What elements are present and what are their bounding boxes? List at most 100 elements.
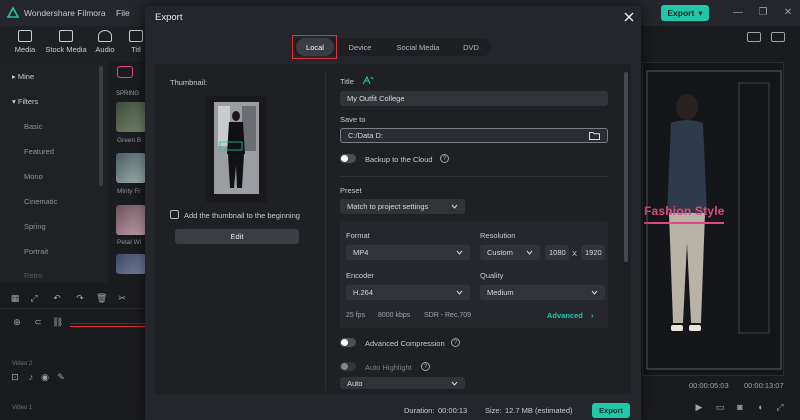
preset-select[interactable]: Match to project settings [340,199,465,214]
filters-scrollbar[interactable] [99,66,103,186]
local-tab-highlight [292,35,337,59]
add-track-icon[interactable]: ⊕ [12,317,22,327]
auto-highlight-select[interactable]: Auto [340,377,465,389]
track-visibility-icon[interactable]: ◉ [40,372,50,382]
spec-fps: 25 fps [346,312,366,319]
backup-cloud-toggle[interactable] [340,154,356,163]
export-button[interactable]: Export [592,403,630,418]
screen-icon[interactable]: ▭ [715,402,725,412]
category-spring[interactable]: Spring [24,222,46,231]
encoder-select[interactable]: H.264 [346,285,470,300]
quality-select[interactable]: Medium [480,285,605,300]
split-icon[interactable]: ✂ [117,293,127,303]
category-retro[interactable]: Retro [24,271,42,280]
add-thumbnail-checkbox[interactable] [170,210,179,219]
close-icon[interactable] [622,10,636,24]
redo-icon[interactable]: ↷ [75,293,85,303]
encoder-value: H.264 [353,288,374,297]
category-portrait[interactable]: Portrait [24,247,48,256]
toolbar-stock-media[interactable]: Stock Media [44,30,88,54]
size-value: 12.7 MB (estimated) [505,406,573,415]
preview-quality-icon[interactable] [747,32,761,42]
filter-thumb-green[interactable] [116,102,146,132]
snapshot-image-icon[interactable] [771,32,785,42]
category-filters[interactable]: ▾ Filters [12,97,38,106]
advanced-compression-toggle[interactable] [340,338,356,347]
category-cinematic[interactable]: Cinematic [24,197,57,206]
tab-social-media[interactable]: Social Media [388,38,448,56]
timeline-panel [0,285,145,420]
preview-canvas[interactable] [642,62,784,376]
layout-icon[interactable]: ▦ [10,293,20,303]
track-mute-icon[interactable]: ✎ [56,372,66,382]
app-export-button[interactable]: Export ▾ [661,5,709,21]
size-label: Size: [485,406,502,415]
chevron-down-icon [451,380,458,387]
stock-media-icon [59,30,73,42]
chevron-down-icon [591,289,598,296]
resolution-height-input[interactable]: 1920 [581,245,605,260]
track-lock-icon[interactable]: ⊡ [10,372,20,382]
filter-thumb-minty[interactable] [116,153,146,183]
link-icon[interactable]: ⛓ [52,317,63,327]
title-label: Title [340,77,354,86]
timeline-divider [0,308,145,309]
quality-label: Quality [480,271,504,280]
toolbar-titles[interactable]: Titl [126,30,146,54]
duration-value: 00:00:13 [438,406,468,415]
dialog-scrollbar[interactable] [624,72,628,262]
fullscreen-icon[interactable]: ⤢ [775,402,785,412]
category-featured[interactable]: Featured [24,147,54,156]
tab-device[interactable]: Device [338,38,382,56]
thumbnail-label: Thumbnail: [170,78,208,87]
advanced-compression-label: Advanced Compression [365,339,445,348]
auto-highlight-help-icon[interactable]: ? [421,362,430,371]
format-select[interactable]: MP4 [346,245,470,260]
toolbar-audio[interactable]: Audio [90,30,120,54]
filter-badge-icon [117,66,133,78]
delete-icon[interactable]: 🗑 [96,293,107,303]
duration-label: Duration: [404,406,435,415]
undo-icon[interactable]: ↶ [52,293,62,303]
advanced-compression-help-icon[interactable]: ? [451,338,460,347]
title-input[interactable]: My Outfit College [340,91,608,106]
camera-icon[interactable]: ◙ [735,402,745,412]
tab-dvd[interactable]: DVD [452,38,490,56]
toolbar-media[interactable]: Media [10,30,40,54]
resolution-width-input[interactable]: 1080 [545,245,569,260]
edit-thumbnail-button[interactable]: Edit [175,229,299,244]
preview-overlay-text: Fashion Style [644,204,725,218]
format-label: Format [346,231,370,240]
menu-file[interactable]: File [116,8,130,18]
export-dialog-title: Export [155,12,183,23]
audio-icon [98,30,112,42]
volume-icon[interactable]: ◖ [755,402,765,412]
minimize-icon[interactable]: — [731,6,745,20]
category-mono[interactable]: Mono [24,172,43,181]
filter-thumb-petal[interactable] [116,205,146,235]
filter-thumb-next[interactable] [116,254,146,274]
track-video-1-label: Video 1 [12,405,33,411]
save-to-input[interactable]: C:/Data D: [340,128,608,143]
filter-thumb-minty-label: Minty Fr [117,188,141,195]
resolution-select[interactable]: Custom [480,245,540,260]
category-mine[interactable]: ▸ Mine [12,72,34,81]
playback-icon[interactable]: ▶ [694,402,704,412]
snap-icon[interactable]: ⊂ [33,317,43,327]
backup-help-icon[interactable]: ? [440,154,449,163]
chevron-right-icon: › [590,311,594,320]
window-close-icon[interactable]: ✕ [781,6,795,20]
category-basic[interactable]: Basic [24,122,42,131]
advanced-link[interactable]: Advanced › [547,311,593,320]
filmora-logo-icon [6,6,20,20]
thumbnail-image[interactable] [206,96,267,202]
folder-icon[interactable] [589,131,600,140]
track-video-2-label: Video 2 [12,361,33,367]
ai-title-icon[interactable] [362,75,374,85]
add-thumbnail-label: Add the thumbnail to the beginning [184,211,300,220]
track-audio-icon[interactable]: ♪ [26,372,36,382]
auto-highlight-toggle[interactable] [340,362,356,371]
restore-icon[interactable]: ❐ [756,6,770,20]
chevron-down-icon [526,249,533,256]
select-tool-icon[interactable]: ⤢ [29,293,39,303]
